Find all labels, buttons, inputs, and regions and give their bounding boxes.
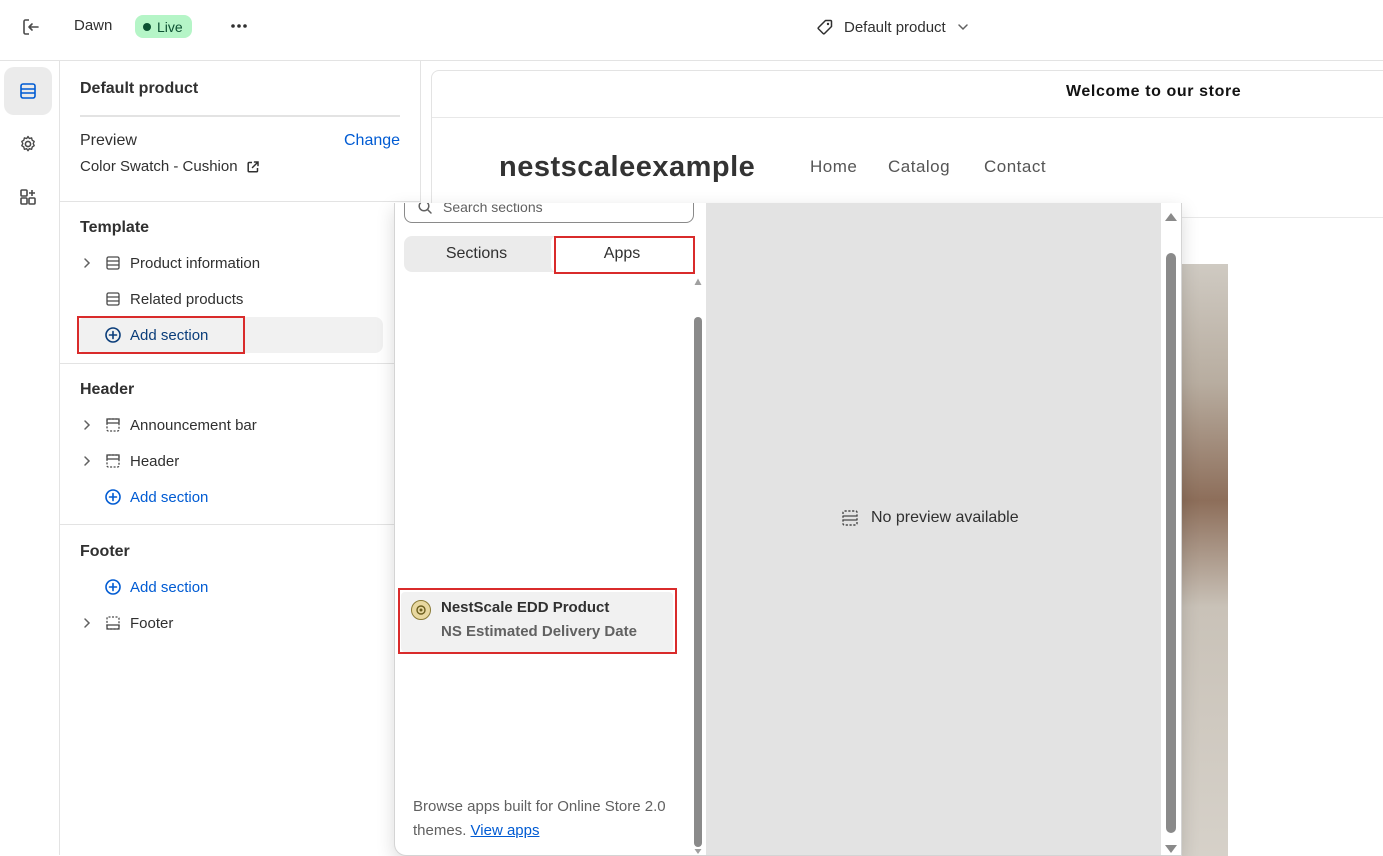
template-selector[interactable]: Default product xyxy=(816,15,970,39)
tree-item-header[interactable]: Header xyxy=(80,447,179,475)
tree-item-related-products[interactable]: Related products xyxy=(80,285,243,313)
browse-apps-text: Browse apps built for Online Store 2.0 t… xyxy=(413,795,683,843)
rail-apps-button[interactable] xyxy=(4,173,52,221)
chevron-down-icon xyxy=(956,20,970,34)
add-section-label: Add section xyxy=(130,488,209,506)
store-logo-text[interactable]: nestscaleexample xyxy=(499,151,755,184)
footer-section-icon xyxy=(104,614,122,632)
section-icon xyxy=(104,254,122,272)
list-scrollbar[interactable] xyxy=(693,275,703,855)
view-apps-link[interactable]: View apps xyxy=(471,822,540,839)
tree-item-label: Footer xyxy=(130,614,174,632)
section-divider xyxy=(60,363,420,364)
preview-label: Preview xyxy=(80,132,137,149)
chevron-right-icon[interactable] xyxy=(80,454,94,468)
preview-scrollbar-thumb[interactable] xyxy=(1166,253,1176,833)
header-section-icon xyxy=(104,452,122,470)
section-divider xyxy=(60,524,420,525)
live-label: Live xyxy=(157,18,183,35)
tree-item-label: Related products xyxy=(130,290,244,308)
header-group-title: Header xyxy=(80,381,135,398)
external-link-icon xyxy=(246,160,260,174)
tree-item-product-information[interactable]: Product information xyxy=(80,249,260,277)
theme-name: Dawn xyxy=(74,17,113,34)
change-preview-link[interactable]: Change xyxy=(344,132,400,150)
nav-contact[interactable]: Contact xyxy=(984,157,1046,177)
chevron-right-icon[interactable] xyxy=(80,418,94,432)
section-icon xyxy=(104,290,122,308)
tab-sections[interactable]: Sections xyxy=(404,236,549,272)
chevron-right-icon[interactable] xyxy=(80,256,94,270)
highlight-apps-tab xyxy=(554,236,695,274)
apps-icon xyxy=(18,187,38,207)
template-group-title: Template xyxy=(80,219,150,236)
template-name: Default product xyxy=(844,18,946,36)
footer-group-title: Footer xyxy=(80,543,130,560)
rail-settings-button[interactable] xyxy=(4,120,52,168)
plus-circle-icon xyxy=(104,488,122,506)
search-icon xyxy=(417,203,433,215)
chevron-right-icon[interactable] xyxy=(80,616,94,630)
add-section-popover: Search sections Sections Apps NestScale … xyxy=(394,203,1182,856)
section-placeholder-icon xyxy=(841,509,859,527)
tree-item-announcement-bar[interactable]: Announcement bar xyxy=(80,411,257,439)
exit-icon[interactable] xyxy=(20,16,42,38)
sections-icon xyxy=(18,81,38,101)
header-add-section-button[interactable]: Add section xyxy=(80,483,208,511)
tree-item-label: Product information xyxy=(130,254,261,272)
highlight-add-section xyxy=(77,316,245,354)
tree-item-footer[interactable]: Footer xyxy=(80,609,173,637)
announcement-divider xyxy=(432,117,1383,118)
add-section-label: Add section xyxy=(130,578,209,596)
no-preview-text: No preview available xyxy=(871,509,1019,526)
header-section-icon xyxy=(104,416,122,434)
more-actions-icon[interactable] xyxy=(229,19,249,33)
product-image xyxy=(1180,264,1228,856)
rail-sections-button[interactable] xyxy=(4,67,52,115)
tree-item-label: Header xyxy=(130,452,180,470)
top-bar: Dawn Live Default product xyxy=(0,0,1383,61)
live-badge: Live xyxy=(135,15,192,38)
title-divider xyxy=(80,115,400,117)
section-preview-pane: No preview available xyxy=(706,203,1181,855)
no-preview-message: No preview available xyxy=(841,509,1019,527)
preview-product-name: Color Swatch - Cushion xyxy=(80,158,238,175)
section-divider xyxy=(60,201,420,202)
left-rail xyxy=(0,61,60,855)
highlight-app-item xyxy=(398,588,677,654)
sections-panel: Default product Preview Change Color Swa… xyxy=(60,61,421,855)
gear-icon xyxy=(18,134,38,154)
tag-icon xyxy=(816,18,834,36)
footer-add-section-button[interactable]: Add section xyxy=(80,573,208,601)
search-input[interactable]: Search sections xyxy=(404,203,694,223)
search-placeholder: Search sections xyxy=(443,203,543,215)
page-title: Default product xyxy=(80,80,199,97)
nav-home[interactable]: Home xyxy=(810,157,857,177)
preview-product[interactable]: Color Swatch - Cushion xyxy=(80,158,260,175)
live-dot-icon xyxy=(143,22,151,31)
announcement-text: Welcome to our store xyxy=(1066,83,1242,100)
nav-catalog[interactable]: Catalog xyxy=(888,157,950,177)
tree-item-label: Announcement bar xyxy=(130,416,257,434)
plus-circle-icon xyxy=(104,578,122,596)
